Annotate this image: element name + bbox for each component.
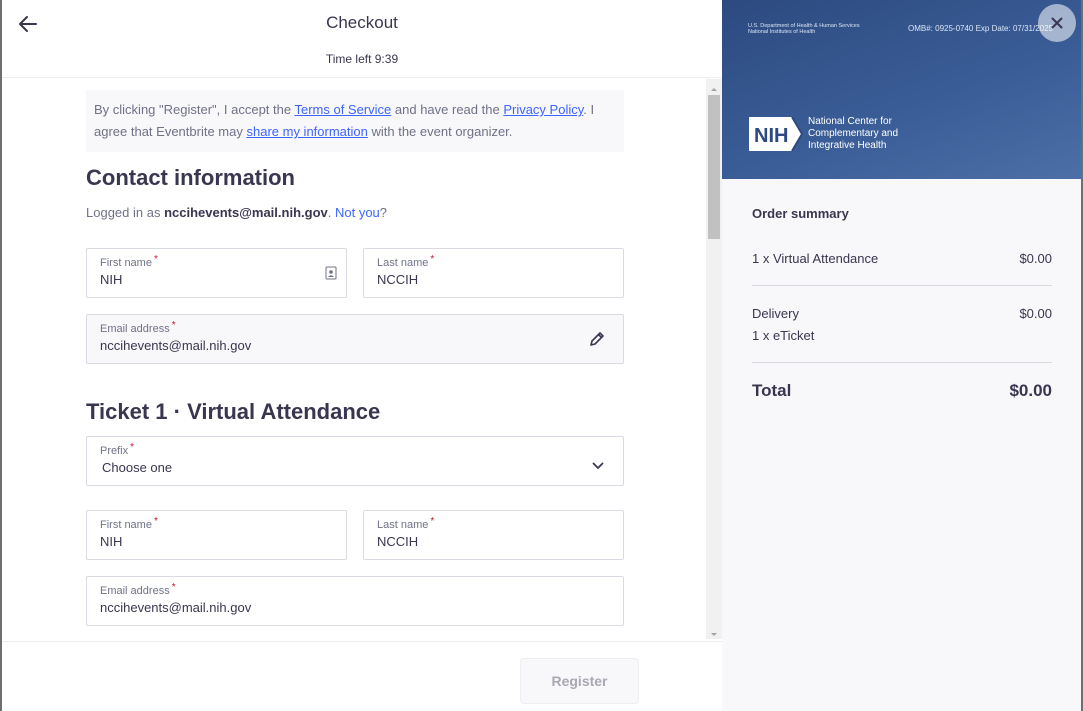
- divider: [752, 362, 1052, 363]
- field-value: nccihevents@mail.nih.gov: [100, 600, 252, 615]
- legal-text: By clicking "Register", I accept the: [94, 102, 295, 117]
- privacy-policy-link[interactable]: Privacy Policy: [503, 102, 583, 117]
- checkout-header: Checkout Time left 9:39: [2, 0, 722, 78]
- field-label: Email address *: [100, 320, 176, 335]
- ticket-first-name-field[interactable]: First name * NIH: [86, 510, 347, 560]
- select-value: Choose one: [102, 460, 173, 475]
- not-you-link[interactable]: Not you: [335, 205, 380, 220]
- order-item-row: 1 x Virtual Attendance $0.00: [752, 251, 1052, 266]
- required-marker: *: [171, 320, 176, 331]
- field-label: Last name *: [377, 516, 435, 531]
- contact-first-name-field[interactable]: First name * NIH: [86, 248, 347, 298]
- field-value: NCCIH: [377, 534, 419, 549]
- delivery-detail: 1 x eTicket: [752, 328, 1052, 343]
- scroll-down-arrow[interactable]: [706, 627, 722, 637]
- page-title: Checkout: [326, 13, 398, 32]
- field-value: NIH: [100, 534, 123, 549]
- close-icon: [1051, 17, 1063, 29]
- order-summary-heading: Order summary: [752, 206, 849, 221]
- nih-logo: NIH: [748, 115, 804, 153]
- field-value: NCCIH: [377, 272, 419, 287]
- delivery-label: Delivery: [752, 306, 799, 321]
- required-marker: *: [430, 254, 435, 265]
- field-label: Email address *: [100, 582, 176, 597]
- scrollbar-thumb[interactable]: [708, 95, 720, 239]
- logged-in-prefix: Logged in as: [86, 205, 165, 220]
- omb-text: OMB#: 0925-0740 Exp Date: 07/31/2025: [908, 24, 1053, 33]
- legal-text: with the event organizer.: [367, 124, 513, 139]
- total-label: Total: [752, 381, 792, 400]
- delivery-row: Delivery $0.00: [752, 306, 1052, 321]
- hhs-text: U.S. Department of Health & Human Servic…: [748, 23, 860, 35]
- required-marker: *: [153, 254, 158, 265]
- contact-card-icon: [325, 266, 337, 285]
- total-row: Total $0.00: [752, 381, 1052, 401]
- pencil-icon[interactable]: [588, 330, 606, 353]
- delivery-price: $0.00: [1019, 306, 1052, 321]
- order-panel: U.S. Department of Health & Human Servic…: [722, 0, 1083, 711]
- field-label: Prefix *: [100, 442, 135, 457]
- delivery-detail-text: 1 x eTicket: [752, 328, 815, 343]
- ticket-email-field[interactable]: Email address * nccihevents@mail.nih.gov: [86, 576, 624, 626]
- scroll-up-arrow[interactable]: [706, 81, 722, 91]
- item-label: 1 x Virtual Attendance: [752, 251, 879, 266]
- register-button[interactable]: Register: [520, 658, 639, 704]
- scrollbar[interactable]: [706, 79, 722, 639]
- required-marker: *: [171, 582, 176, 593]
- terms-of-service-link[interactable]: Terms of Service: [294, 102, 391, 117]
- required-marker: *: [130, 442, 135, 453]
- contact-email-field[interactable]: Email address * nccihevents@mail.nih.gov: [86, 314, 624, 364]
- field-value: nccihevents@mail.nih.gov: [100, 338, 252, 353]
- time-left-timer: Time left 9:39: [325, 52, 399, 66]
- item-price: $0.00: [1019, 251, 1052, 266]
- close-button[interactable]: [1038, 4, 1076, 42]
- ticket-heading: Ticket 1 · Virtual Attendance: [86, 399, 381, 424]
- field-label: First name *: [100, 254, 158, 269]
- divider: [752, 285, 1052, 286]
- checkout-form: By clicking "Register", I accept the Ter…: [2, 79, 722, 641]
- legal-notice: By clicking "Register", I accept the Ter…: [86, 90, 624, 152]
- contact-last-name-field[interactable]: Last name * NCCIH: [363, 248, 624, 298]
- nccih-name: National Center for Complementary and Inte…: [808, 116, 899, 151]
- field-label: Last name *: [377, 254, 435, 269]
- logged-in-email: nccihevents@mail.nih.gov: [164, 205, 328, 220]
- chevron-down-icon: [592, 457, 604, 475]
- required-marker: *: [153, 516, 158, 527]
- logged-in-period: .: [327, 205, 335, 220]
- total-price: $0.00: [1009, 381, 1052, 400]
- field-value: NIH: [100, 272, 123, 287]
- svg-text:NIH: NIH: [754, 125, 788, 147]
- ticket-last-name-field[interactable]: Last name * NCCIH: [363, 510, 624, 560]
- contact-information-heading: Contact information: [86, 165, 295, 190]
- checkout-panel: Checkout Time left 9:39 By clicking "Reg…: [0, 0, 722, 711]
- logged-in-qmark: ?: [379, 205, 388, 220]
- share-my-information-link[interactable]: share my information: [246, 124, 367, 139]
- event-banner-image: U.S. Department of Health & Human Servic…: [722, 0, 1081, 179]
- field-label: First name *: [100, 516, 158, 531]
- required-marker: *: [430, 516, 435, 527]
- logged-in-notice: Logged in as nccihevents@mail.nih.gov. N…: [86, 205, 387, 220]
- prefix-select[interactable]: Prefix * Choose one: [86, 436, 624, 486]
- legal-text: and have read the: [391, 102, 504, 117]
- checkout-footer: Register: [2, 641, 722, 711]
